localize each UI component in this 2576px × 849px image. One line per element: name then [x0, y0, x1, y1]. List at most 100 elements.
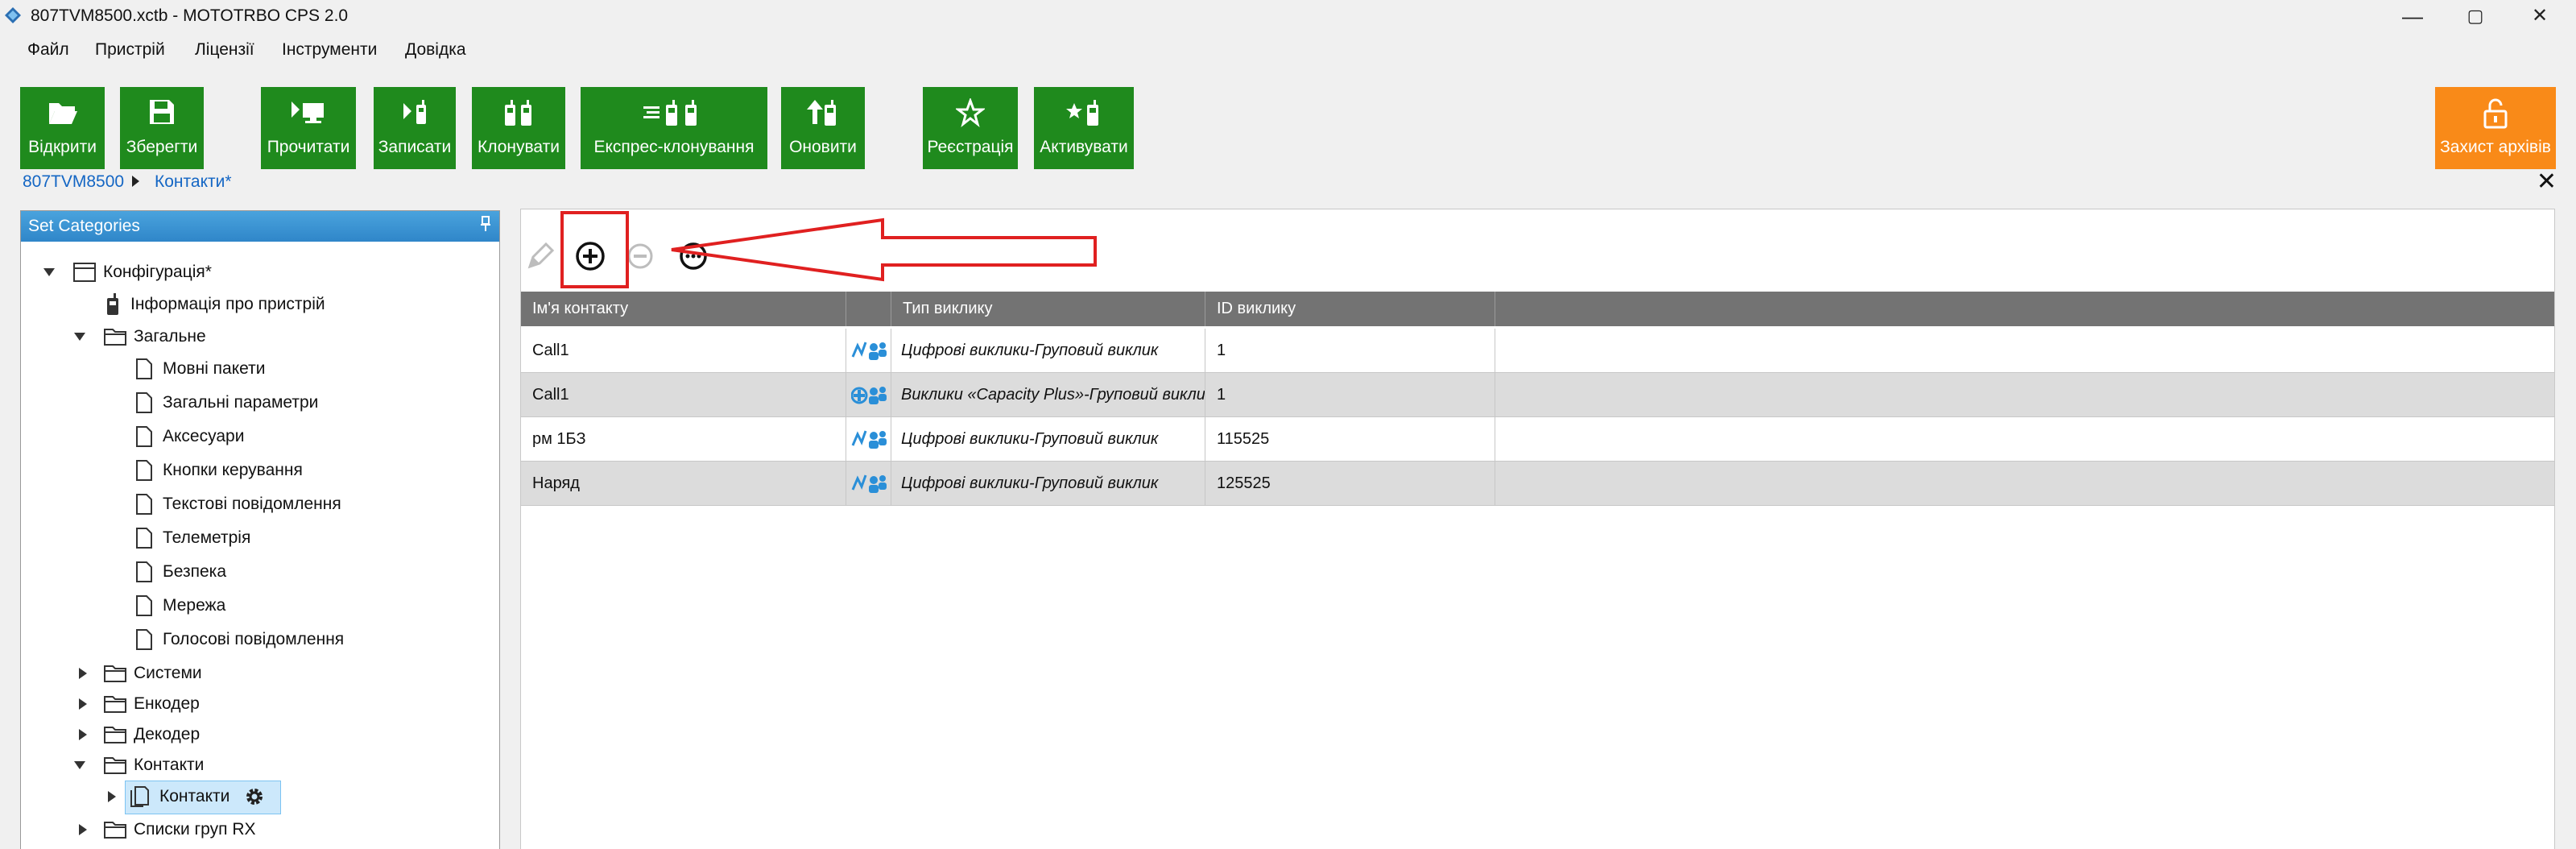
collapse-arrow-icon[interactable] — [79, 668, 87, 679]
table-row[interactable]: Call1 Виклики «Capacity Plus»-Груповий в… — [521, 373, 2554, 417]
pin-icon[interactable] — [480, 216, 491, 232]
close-window-button[interactable]: ✕ — [2508, 2, 2572, 31]
minimize-button[interactable]: — — [2380, 2, 2445, 31]
tree-label: Голосові повідомлення — [163, 630, 345, 648]
folder-icon — [104, 822, 126, 839]
digital-group-call-icon — [851, 429, 887, 449]
maximize-button[interactable]: ▢ — [2443, 2, 2508, 31]
menu-licenses[interactable]: Ліцензії — [195, 40, 254, 60]
expand-arrow-icon[interactable] — [74, 333, 85, 341]
document-icon — [136, 561, 152, 582]
column-header-call-id[interactable]: ID виклику — [1205, 292, 1495, 326]
menu-device[interactable]: Пристрій — [95, 40, 165, 60]
star-radio-icon — [1066, 100, 1098, 126]
floppy-disk-icon — [150, 100, 174, 124]
cell-contact-name[interactable]: Call1 — [521, 373, 846, 417]
document-icon — [136, 460, 152, 481]
menu-help[interactable]: Довідка — [405, 40, 466, 60]
breadcrumb-root[interactable]: 807TVM8500 — [23, 172, 124, 192]
tree-node-control-buttons[interactable]: Кнопки керування — [135, 456, 303, 485]
cell-call-type[interactable]: Цифрові виклики-Груповий виклик — [891, 329, 1205, 373]
cell-contact-name[interactable]: Наряд — [521, 462, 846, 506]
tree-node-text-messages[interactable]: Текстові повідомлення — [135, 490, 341, 519]
tree-label: Мовні пакети — [163, 359, 266, 378]
breadcrumb-separator-icon — [132, 176, 139, 187]
tree-label-configuration: Конфігурація* — [103, 263, 212, 281]
menu-tools[interactable]: Інструменти — [282, 40, 377, 60]
tree-node-encoder[interactable]: Енкодер — [79, 690, 200, 719]
tree-node-telemetry[interactable]: Телеметрія — [135, 524, 250, 553]
tree-node-decoder[interactable]: Декодер — [79, 720, 200, 749]
collapse-arrow-icon[interactable] — [79, 729, 87, 740]
tree-node-contacts-folder[interactable]: Контакти — [74, 751, 204, 780]
cell-call-type[interactable]: Цифрові виклики-Груповий виклик — [891, 462, 1205, 506]
tree-label-decoder: Декодер — [134, 725, 201, 743]
column-header-contact-name[interactable]: Ім'я контакту — [521, 292, 846, 326]
column-header-call-type[interactable]: Тип виклику — [891, 292, 1205, 326]
tree-node-general[interactable]: Загальне — [74, 322, 206, 351]
tree-label: Мережа — [163, 596, 226, 615]
tree-label: Кнопки керування — [163, 461, 303, 479]
column-header-icon[interactable] — [846, 292, 891, 326]
remove-contact-icon[interactable] — [626, 242, 655, 271]
table-row[interactable]: Наряд Цифрові виклики-Груповий виклик 12… — [521, 462, 2554, 506]
cell-contact-name[interactable]: рм 1БЗ — [521, 417, 846, 462]
edit-pencil-icon[interactable] — [525, 239, 557, 271]
update-button[interactable]: Оновити — [781, 87, 865, 169]
star-outline-icon — [956, 98, 985, 127]
cell-call-id[interactable]: 1 — [1205, 373, 1495, 417]
read-button[interactable]: Прочитати — [261, 87, 356, 169]
breadcrumb-current[interactable]: Контакти* — [155, 172, 232, 192]
cell-contact-name[interactable]: Call1 — [521, 329, 846, 373]
tree-label: Безпека — [163, 562, 227, 581]
tree-node-general-settings[interactable]: Загальні параметри — [135, 388, 318, 417]
categories-panel-header: Set Categories — [21, 211, 499, 242]
activate-button[interactable]: Активувати — [1034, 87, 1134, 169]
cell-call-id[interactable]: 115525 — [1205, 417, 1495, 462]
cell-call-id[interactable]: 125525 — [1205, 462, 1495, 506]
collapse-arrow-icon[interactable] — [108, 791, 116, 802]
save-button-label: Зберегти — [126, 138, 198, 156]
tree-node-systems[interactable]: Системи — [79, 659, 202, 688]
write-to-radio-icon — [403, 100, 426, 124]
save-button[interactable]: Зберегти — [120, 87, 204, 169]
archive-protect-button-label: Захист архівів — [2440, 138, 2551, 156]
tree-node-language-packs[interactable]: Мовні пакети — [135, 354, 265, 383]
tree-node-accessories[interactable]: Аксесуари — [135, 422, 244, 451]
read-from-radio-icon — [292, 101, 324, 123]
table-row[interactable]: рм 1БЗ Цифрові виклики-Груповий виклик 1… — [521, 417, 2554, 462]
clone-button[interactable]: Клонувати — [472, 87, 565, 169]
table-row[interactable]: Call1 Цифрові виклики-Груповий виклик 1 — [521, 329, 2554, 373]
folder-icon — [104, 757, 126, 774]
cell-call-icon — [846, 462, 891, 506]
archive-protect-button[interactable]: Захист архівів — [2435, 87, 2556, 169]
activate-button-label: Активувати — [1040, 138, 1128, 156]
tree-node-rx-groups[interactable]: Списки груп RX — [79, 815, 256, 844]
express-clone-button[interactable]: Експрес-клонування — [581, 87, 767, 169]
tree-node-contacts[interactable]: Контакти — [108, 782, 265, 811]
cell-call-type[interactable]: Виклики «Capacity Plus»-Груповий виклик — [891, 373, 1205, 417]
expand-arrow-icon[interactable] — [74, 761, 85, 769]
collapse-arrow-icon[interactable] — [79, 824, 87, 835]
tree-node-voice-messages[interactable]: Голосові повідомлення — [135, 625, 344, 654]
cell-call-id[interactable]: 1 — [1205, 329, 1495, 373]
close-tab-icon[interactable]: ✕ — [2537, 168, 2557, 196]
register-button[interactable]: Реєстрація — [923, 87, 1018, 169]
menu-bar: Файл Пристрій Ліцензії Інструменти Довід… — [0, 37, 2576, 66]
gear-icon[interactable] — [244, 786, 265, 807]
cell-call-type[interactable]: Цифрові виклики-Груповий виклик — [891, 417, 1205, 462]
collapse-arrow-icon[interactable] — [79, 698, 87, 710]
menu-file[interactable]: Файл — [27, 40, 69, 60]
contacts-grid-header: Ім'я контакту Тип виклику ID виклику — [521, 292, 2554, 326]
open-button[interactable]: Відкрити — [20, 87, 105, 169]
tree-node-network[interactable]: Мережа — [135, 591, 225, 620]
expand-arrow-icon[interactable] — [43, 268, 55, 276]
cell-call-icon — [846, 329, 891, 373]
document-icon — [136, 629, 152, 650]
tree-node-security[interactable]: Безпека — [135, 557, 226, 586]
tree-label-contacts: Контакти — [159, 787, 230, 806]
write-button[interactable]: Записати — [374, 87, 456, 169]
tree-node-configuration[interactable]: Конфігурація* — [43, 258, 212, 287]
tree-node-device-info[interactable]: Інформація про пристрій — [105, 290, 325, 319]
document-icon — [136, 392, 152, 413]
